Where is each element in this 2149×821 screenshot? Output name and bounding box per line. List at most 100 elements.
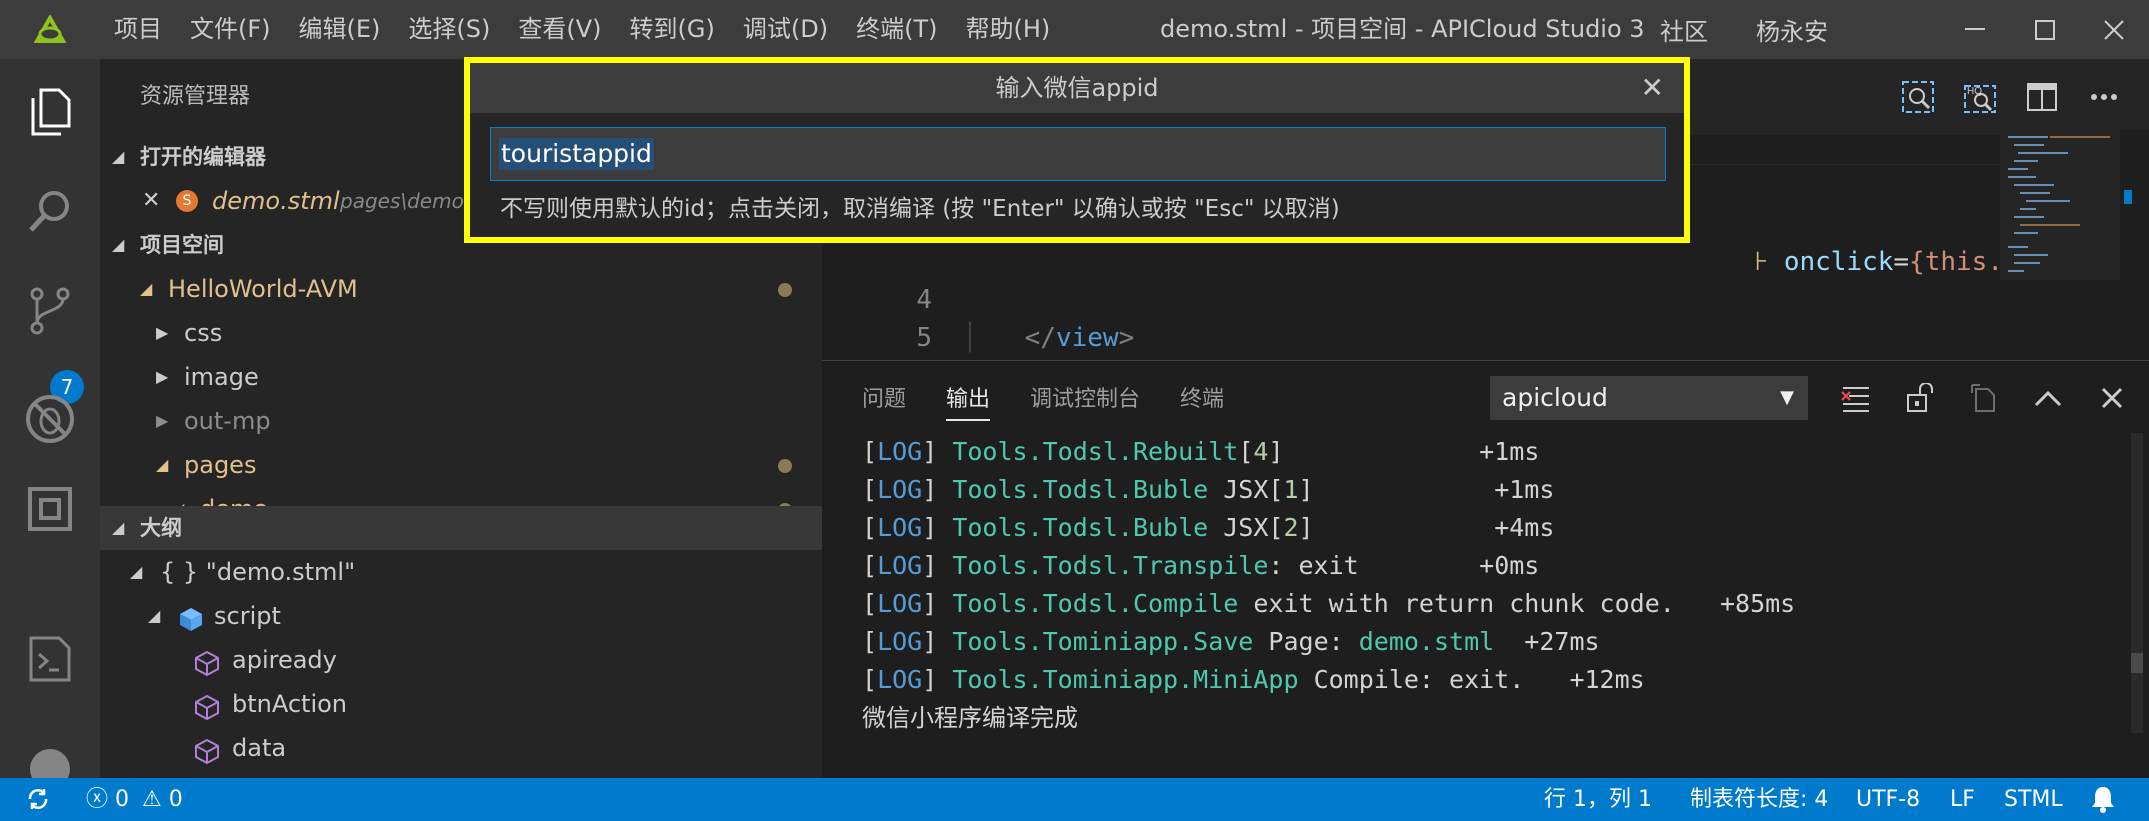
explorer-icon[interactable] [0, 71, 100, 151]
output-log[interactable]: [LOG] Tools.Todsl.Rebuilt[4] +1ms [LOG] … [862, 433, 1795, 737]
chevron-down-icon: ◢ [140, 279, 153, 298]
log-line: [LOG] Tools.Todsl.Compile exit with retu… [862, 589, 1796, 618]
debug-icon[interactable] [0, 379, 100, 459]
menu-terminal[interactable]: 终端(T) [842, 0, 951, 59]
close-editor-icon[interactable]: ✕ [142, 179, 160, 223]
chevron-right-icon: ▶ [156, 323, 169, 342]
maximize-icon[interactable] [2010, 0, 2080, 59]
dialog-description: 不写则使用默认的id；点击关闭，取消编译 (按 "Enter" 以确认或按 "E… [500, 196, 1340, 222]
lock-scroll-icon[interactable] [1896, 376, 1944, 420]
modified-dot [778, 283, 792, 297]
outline-item-script[interactable]: ◢ script [100, 594, 822, 638]
more-actions-icon[interactable] [2079, 72, 2129, 122]
code-partial-line: ⊦ onclick={this.btnA [1754, 247, 2002, 277]
modified-dot [778, 459, 792, 473]
minimize-icon[interactable] [1940, 0, 2010, 59]
sidebar-title: 资源管理器 [140, 84, 251, 109]
bell-icon[interactable] [2090, 778, 2116, 821]
chevron-down-icon: ◢ [112, 518, 125, 537]
open-editor-path: pages\demo [340, 189, 464, 213]
bottom-panel: 问题 输出 调试控制台 终端 apicloud ▼ [LOG] Tools.To… [822, 360, 2149, 778]
menu-bar: 项目 文件(F) 编辑(E) 选择(S) 查看(V) 转到(G) 调试(D) 终… [100, 0, 1064, 59]
appid-input[interactable]: touristappid [490, 127, 1666, 181]
menu-project[interactable]: 项目 [100, 0, 176, 59]
output-scrollbar[interactable] [2125, 433, 2149, 733]
tree-item-out-mp[interactable]: ▶ out-mp [100, 399, 822, 443]
chevron-down-icon: ▼ [1780, 387, 1794, 408]
close-window-icon[interactable] [2079, 0, 2149, 59]
tab-output[interactable]: 输出 [946, 381, 991, 421]
extensions-icon[interactable] [0, 469, 100, 549]
outline-item-root[interactable]: ◢ { } "demo.stml" [100, 550, 822, 594]
clear-output-icon[interactable] [1832, 376, 1880, 420]
outline-section[interactable]: ◢ 大纲 [100, 506, 822, 550]
title-bar: 项目 文件(F) 编辑(E) 选择(S) 查看(V) 转到(G) 调试(D) 终… [0, 0, 2149, 59]
menu-view[interactable]: 查看(V) [504, 0, 615, 59]
log-line: [LOG] Tools.Todsl.Transpile: exit +0ms [862, 551, 1540, 580]
line-ending[interactable]: LF [1950, 778, 1975, 821]
sync-status-icon[interactable] [26, 778, 50, 821]
error-icon: ⓧ [86, 787, 109, 812]
user-name[interactable]: 杨永安 [1756, 12, 1828, 47]
tree-item-image[interactable]: ▶ image [100, 355, 822, 399]
chevron-down-icon: ◢ [130, 562, 143, 581]
chevron-right-icon: ▶ [156, 411, 169, 430]
split-editor-icon[interactable] [2017, 72, 2067, 122]
log-line: [LOG] Tools.Todsl.Buble JSX[2] +4ms [862, 513, 1555, 542]
tree-item-pages[interactable]: ◢ pages [100, 443, 822, 487]
menu-go[interactable]: 转到(G) [616, 0, 729, 59]
code-line-6: 6 <script> [822, 319, 2002, 357]
chevron-down-icon: ◢ [156, 455, 169, 474]
chevron-down-icon: ◢ [148, 606, 161, 625]
tree-item-root[interactable]: ◢ HelloWorld-AVM [100, 267, 822, 311]
menu-debug[interactable]: 调试(D) [729, 0, 842, 59]
menu-edit[interactable]: 编辑(E) [285, 0, 395, 59]
code-line-4: 4 │ </view> [916, 285, 1135, 353]
outline-item-apiready[interactable]: apiready [100, 638, 822, 682]
close-icon[interactable]: ✕ [1641, 63, 1664, 113]
open-editor-filename: demo.stml [212, 187, 340, 215]
tab-problems[interactable]: 问题 [862, 381, 906, 421]
open-log-file-icon[interactable] [1960, 376, 2008, 420]
svg-text:HQ: HQ [1967, 86, 1982, 97]
outline-item-btnaction[interactable]: btnAction [100, 682, 822, 726]
tab-terminal[interactable]: 终端 [1180, 381, 1224, 421]
log-line: [LOG] Tools.Todsl.Buble JSX[1] +1ms [862, 475, 1555, 504]
hq-preview-icon[interactable]: HQ [1955, 72, 2005, 122]
status-bar: ⓧ 0 ⚠ 0 行 1，列 1 制表符长度: 4 UTF-8 LF STML [0, 778, 2149, 821]
appid-input-value: touristappid [499, 138, 654, 170]
tree-item-css[interactable]: ▶ css [100, 311, 822, 355]
tab-debug-console[interactable]: 调试控制台 [1030, 381, 1140, 421]
community-link[interactable]: 社区 [1660, 12, 1708, 47]
output-channel-select[interactable]: apicloud ▼ [1490, 376, 1808, 420]
search-icon[interactable] [0, 171, 100, 251]
activity-bar: 7 [0, 59, 100, 779]
menu-help[interactable]: 帮助(H) [951, 0, 1064, 59]
close-panel-icon[interactable] [2088, 376, 2136, 420]
editor-scrollbar[interactable] [2120, 130, 2149, 360]
log-line: [LOG] Tools.Todsl.Rebuilt[4] +1ms [862, 437, 1540, 466]
dialog-title: 输入微信appid [470, 63, 1684, 113]
preview-search-icon[interactable] [1893, 72, 1943, 122]
appid-input-dialog: 输入微信appid ✕ touristappid 不写则使用默认的id；点击关闭… [464, 57, 1690, 243]
problems-status[interactable]: ⓧ 0 ⚠ 0 [86, 778, 183, 821]
outline-item-data[interactable]: data [100, 726, 822, 770]
window-title: demo.stml - 项目空间 - APICloud Studio 3 [1160, 15, 1645, 43]
terminal-icon[interactable] [0, 619, 100, 699]
maximize-panel-icon[interactable] [2024, 376, 2072, 420]
menu-selection[interactable]: 选择(S) [394, 0, 504, 59]
panel-tab-bar: 问题 输出 调试控制台 终端 apicloud ▼ [822, 361, 2149, 436]
menu-file[interactable]: 文件(F) [176, 0, 285, 59]
chevron-down-icon: ◢ [112, 235, 125, 254]
code-line-5: 5 </template> [916, 323, 932, 353]
cursor-position[interactable]: 行 1，列 1 [1544, 778, 1652, 821]
source-control-icon[interactable] [0, 271, 100, 351]
minimap[interactable] [2000, 130, 2120, 360]
encoding[interactable]: UTF-8 [1856, 778, 1920, 821]
method-icon [194, 734, 220, 778]
chevron-down-icon: ◢ [112, 147, 125, 166]
compile-complete-message: 微信小程序编译完成 [862, 704, 1078, 732]
chevron-right-icon: ▶ [156, 367, 169, 386]
language-mode[interactable]: STML [2004, 778, 2063, 821]
tab-size[interactable]: 制表符长度: 4 [1690, 778, 1828, 821]
